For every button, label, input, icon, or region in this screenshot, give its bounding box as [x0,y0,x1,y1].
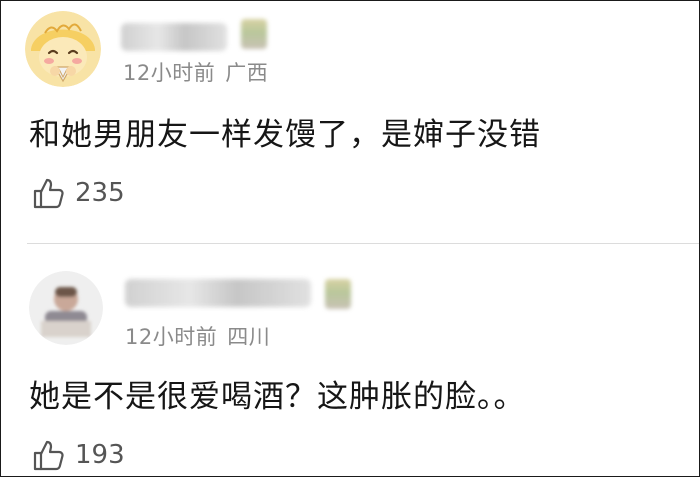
like-button[interactable]: 235 [31,173,125,213]
comment-location: 广西 [225,61,269,85]
comment-text: 她是不是很爱喝酒？这肿胀的脸。。 [29,379,526,415]
comment-text: 和她男朋友一样发馒了，是婶子没错 [29,117,541,153]
comment-time: 12小时前 [125,325,218,349]
avatar[interactable] [25,11,101,87]
comment-meta: 12小时前 四川 [125,321,270,351]
user-badge-icon [241,19,267,49]
comment-meta: 12小时前 广西 [123,57,268,87]
avatar[interactable] [29,271,103,345]
username-blurred[interactable] [125,279,311,307]
username-blurred[interactable] [121,23,227,51]
comment-item: 12小时前 广西 和她男朋友一样发馒了，是婶子没错 235 [1,1,699,241]
cartoon-face-icon [25,11,101,87]
blurred-photo-icon [29,271,103,345]
like-count: 193 [75,440,125,470]
comment-list: 12小时前 广西 和她男朋友一样发馒了，是婶子没错 235 12小时前 四川 她… [0,0,700,477]
comment-location: 四川 [227,325,271,349]
user-badge-icon [325,279,351,309]
comment-divider [27,243,699,244]
comment-time: 12小时前 [123,61,216,85]
comment-item: 12小时前 四川 她是不是很爱喝酒？这肿胀的脸。。 193 [1,249,699,476]
thumbs-up-icon [33,440,64,471]
like-button[interactable]: 193 [31,435,125,475]
thumbs-up-icon [33,178,64,209]
like-count: 235 [75,178,125,208]
